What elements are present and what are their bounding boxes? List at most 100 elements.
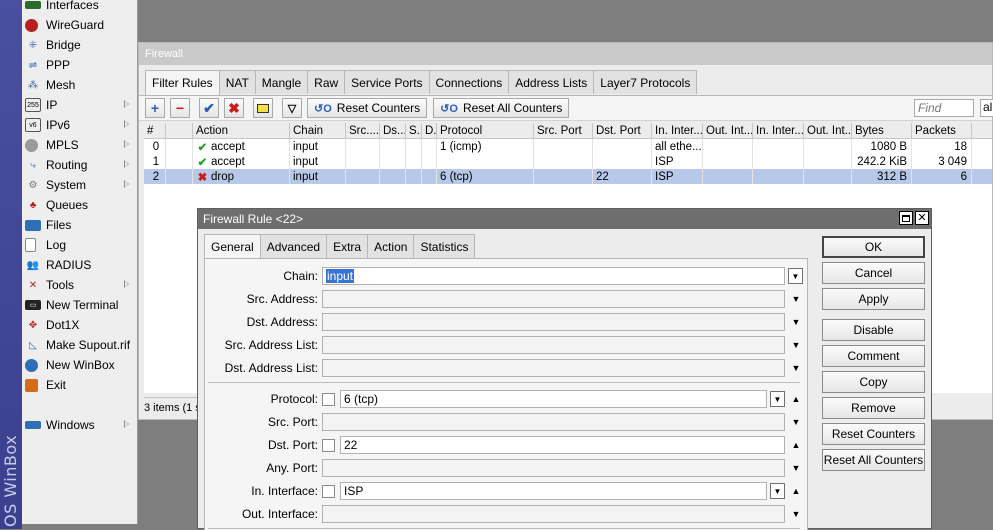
column-header[interactable]: Chain [290,123,346,138]
sidebar-item-files[interactable]: Files [22,215,137,235]
sidebar-item-mpls[interactable]: MPLS [22,135,137,155]
column-header[interactable]: Out. Int... [804,123,852,138]
copy-button[interactable]: Copy [822,371,925,393]
column-header[interactable]: Ds... [380,123,406,138]
column-header[interactable]: In. Inter... [652,123,703,138]
sidebar-item-dot1x[interactable]: ✥ Dot1X [22,315,137,335]
sidebar-item-routing[interactable]: ⤷ Routing [22,155,137,175]
expand-arrow-icon[interactable]: ▼ [790,360,802,376]
add-button[interactable]: + [145,98,165,118]
dst-port-negate-checkbox[interactable] [322,439,335,452]
comment-button[interactable]: Comment [822,345,925,367]
close-button[interactable]: ✕ [915,211,929,225]
protocol-dropdown-button[interactable]: ▼ [770,391,785,407]
sidebar-item-ip[interactable]: 255 IP [22,95,137,115]
remove-button[interactable]: − [170,98,190,118]
enable-button[interactable]: ✔ [199,98,219,118]
tab-filter-rules[interactable]: Filter Rules [145,70,220,95]
maximize-button[interactable] [899,211,913,225]
expand-arrow-icon[interactable]: ▼ [790,506,802,522]
tab-layer7-protocols[interactable]: Layer7 Protocols [593,70,698,94]
sidebar-item-ipv6[interactable]: v6 IPv6 [22,115,137,135]
tab-nat[interactable]: NAT [218,70,256,94]
tab-mangle[interactable]: Mangle [254,70,309,94]
reset-all-counters-button[interactable]: Reset All Counters [822,449,925,471]
column-header[interactable]: Action [193,123,290,138]
column-header[interactable]: Src. Port [534,123,593,138]
collapse-arrow-icon[interactable]: ▲ [790,483,802,499]
column-header[interactable]: Dst. Port [593,123,652,138]
src-address-field[interactable] [322,290,785,308]
table-row[interactable]: 1 ✔ accept input ISP 242.2 KiB 3 049 [144,154,992,169]
table-row[interactable]: 0 ✔ accept input 1 (icmp) all ethe... 108… [144,139,992,154]
ok-button[interactable]: OK [822,236,925,258]
sidebar-item-new-winbox[interactable]: New WinBox [22,355,137,375]
expand-arrow-icon[interactable]: ▼ [790,314,802,330]
sidebar-item-system[interactable]: ⚙ System [22,175,137,195]
dst-address-list-field[interactable] [322,359,785,377]
column-header-flags[interactable] [166,123,193,138]
out-interface-field[interactable] [322,505,785,523]
expand-arrow-icon[interactable]: ▼ [790,337,802,353]
apply-button[interactable]: Apply [822,288,925,310]
reset-counters-button[interactable]: Reset Counters [822,423,925,445]
sidebar-item-windows[interactable]: Windows [22,415,137,435]
sidebar-item-make-supout[interactable]: ◺ Make Supout.rif [22,335,137,355]
table-row-selected[interactable]: 2 ✖ drop input 6 (tcp) 22 ISP 312 B 6 [144,169,992,184]
column-header[interactable]: Bytes [852,123,912,138]
sidebar-item-wireguard[interactable]: WireGuard [22,15,137,35]
column-header[interactable]: Protocol [437,123,534,138]
filter-button[interactable]: ▽ [282,98,302,118]
sidebar-item-interfaces[interactable]: Interfaces [22,0,137,15]
any-port-field[interactable] [322,459,785,477]
sidebar-item-radius[interactable]: 👥 RADIUS [22,255,137,275]
disable-button[interactable]: Disable [822,319,925,341]
reset-all-counters-button[interactable]: ↺O Reset All Counters [433,98,570,118]
remove-button[interactable]: Remove [822,397,925,419]
column-header[interactable]: Src.... [346,123,380,138]
chain-field[interactable]: input [322,267,785,285]
sidebar-item-mesh[interactable]: ⁂ Mesh [22,75,137,95]
src-port-field[interactable] [322,413,785,431]
tab-advanced[interactable]: Advanced [259,234,328,258]
disable-button[interactable]: ✖ [224,98,244,118]
tab-statistics[interactable]: Statistics [413,234,476,258]
column-header[interactable]: Out. Int... [703,123,753,138]
dialog-titlebar[interactable]: Firewall Rule <22> ✕ [198,209,931,229]
tab-raw[interactable]: Raw [307,70,346,94]
tab-action[interactable]: Action [367,234,415,258]
protocol-field[interactable]: 6 (tcp) [340,390,767,408]
sidebar-item-log[interactable]: Log [22,235,137,255]
sidebar-item-exit[interactable]: Exit [22,375,137,395]
comment-button[interactable] [253,98,273,118]
tab-service-ports[interactable]: Service Ports [344,70,430,94]
column-header[interactable]: S.. [406,123,422,138]
sidebar-item-bridge[interactable]: ⁜ Bridge [22,35,137,55]
sidebar-item-tools[interactable]: ✕ Tools [22,275,137,295]
in-interface-dropdown-button[interactable]: ▼ [770,483,785,499]
find-scope-select[interactable]: all [980,99,993,117]
tab-extra[interactable]: Extra [326,234,369,258]
reset-counters-button[interactable]: ↺O Reset Counters [307,98,428,118]
sidebar-item-queues[interactable]: ♣ Queues [22,195,137,215]
tab-general[interactable]: General [204,234,261,259]
sidebar-item-ppp[interactable]: ⇌ PPP [22,55,137,75]
column-header[interactable]: D.. [422,123,437,138]
column-header[interactable]: # [144,123,166,138]
in-interface-field[interactable]: ISP [340,482,767,500]
expand-arrow-icon[interactable]: ▼ [790,291,802,307]
protocol-negate-checkbox[interactable] [322,393,335,406]
in-interface-negate-checkbox[interactable] [322,485,335,498]
dst-address-field[interactable] [322,313,785,331]
expand-arrow-icon[interactable]: ▼ [790,414,802,430]
sidebar-item-new-terminal[interactable]: ▭ New Terminal [22,295,137,315]
tab-connections[interactable]: Connections [428,70,510,94]
src-address-list-field[interactable] [322,336,785,354]
collapse-arrow-icon[interactable]: ▲ [790,391,802,407]
firewall-title[interactable]: Firewall [139,43,992,65]
tab-address-lists[interactable]: Address Lists [508,70,595,94]
chain-dropdown-button[interactable]: ▼ [788,268,803,284]
collapse-arrow-icon[interactable]: ▲ [790,437,802,453]
column-header[interactable]: In. Inter... [753,123,804,138]
cancel-button[interactable]: Cancel [822,262,925,284]
